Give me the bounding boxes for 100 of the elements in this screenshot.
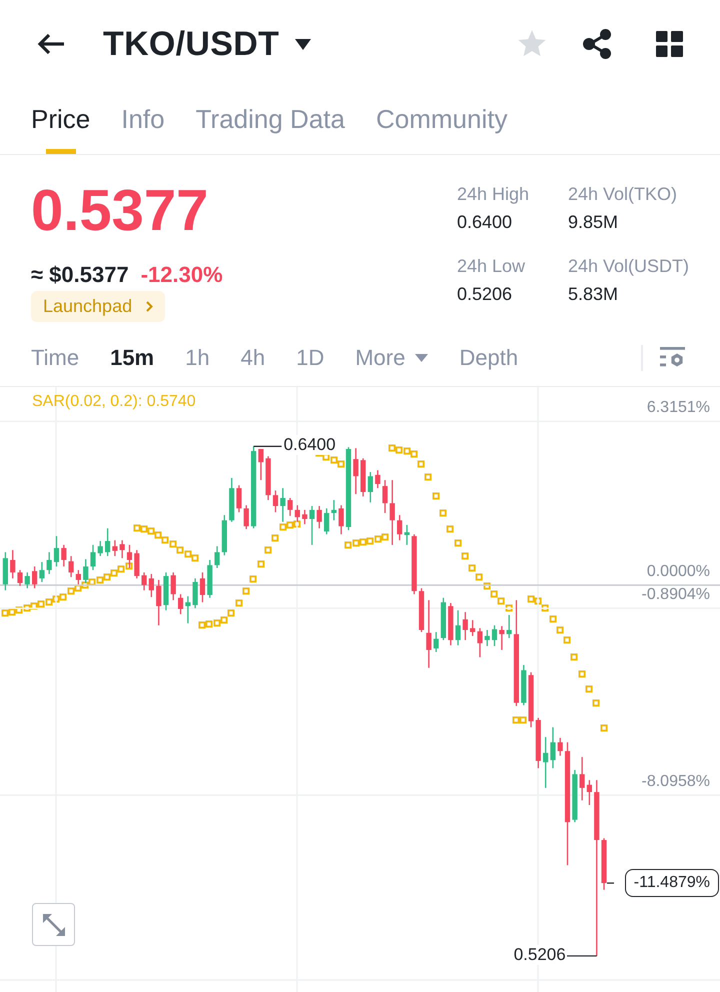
axis-label: 6.3151%: [646, 398, 710, 418]
candlestick: [200, 572, 206, 602]
tab[interactable]: Price: [31, 88, 90, 154]
candlestick: [477, 628, 482, 658]
interval-tab[interactable]: Time: [31, 345, 80, 371]
back-arrow-icon[interactable]: [35, 32, 65, 56]
share-icon[interactable]: [583, 29, 612, 59]
expand-button[interactable]: [32, 903, 75, 946]
candlestick: [484, 630, 490, 646]
stat-label: 24h High: [456, 183, 530, 206]
candlestick: [309, 506, 315, 545]
candlestick: [470, 620, 476, 636]
candlestick: [148, 574, 154, 598]
candlestick: [68, 556, 74, 578]
pair-selector[interactable]: TKO/USDT: [103, 24, 312, 64]
current-price-tag: -11.4879%: [624, 869, 719, 898]
candlestick: [214, 546, 220, 568]
candlestick: [17, 570, 23, 586]
candlestick: [222, 515, 227, 556]
stat-value: 9.85M: [568, 211, 619, 234]
candlestick: [316, 506, 322, 528]
candlestick: [294, 505, 300, 522]
launchpad-badge[interactable]: Launchpad: [31, 291, 166, 322]
candlestick: [120, 540, 125, 558]
candlestick: [353, 448, 358, 494]
candlestick: [126, 544, 132, 568]
expand-icon: [42, 912, 66, 936]
axis-label: -0.8904%: [642, 585, 710, 606]
candlestick: [46, 552, 52, 574]
interval-tab[interactable]: More: [355, 345, 428, 371]
candlestick: [280, 488, 286, 522]
tab[interactable]: Trading Data: [196, 88, 345, 154]
candlestick: [338, 505, 344, 534]
grid-icon[interactable]: [656, 31, 683, 57]
candlestick: [112, 540, 118, 556]
candlestick: [426, 600, 432, 668]
candlestick: [266, 456, 271, 500]
candlestick: [324, 508, 330, 534]
leader-line: [566, 955, 597, 957]
candlestick: [76, 570, 81, 584]
low-price-label: 0.5206: [512, 944, 567, 965]
candlestick: [258, 448, 264, 480]
candlestick: [586, 780, 592, 806]
interval-tab[interactable]: 4h: [240, 345, 266, 371]
axis-label: -8.0958%: [642, 772, 710, 792]
stat-value: 5.83M: [568, 283, 619, 306]
interval-tab[interactable]: 1h: [185, 345, 210, 371]
stat-value: 0.6400: [456, 211, 514, 234]
candlestick: [105, 528, 110, 556]
price-change: -12.30%: [140, 262, 223, 288]
candlestick: [558, 738, 563, 756]
candlestick: [404, 524, 410, 545]
candlestick: [302, 510, 308, 524]
candlestick: [178, 594, 184, 614]
candlestick: [39, 562, 44, 582]
candlestick: [24, 572, 30, 588]
candlestick: [288, 498, 293, 516]
chevron-icon: [146, 301, 154, 312]
candlestick: [382, 480, 388, 514]
candlestick: [90, 544, 96, 570]
candlestick: [170, 572, 176, 600]
candlestick: [492, 625, 498, 646]
interval-tab[interactable]: Depth: [459, 345, 518, 371]
candlestick: [448, 603, 454, 646]
candlestick: [207, 560, 212, 598]
high-price-label: 0.6400: [282, 435, 337, 456]
star-icon[interactable]: [517, 30, 547, 58]
candlestick: [455, 610, 461, 646]
candlestick: [368, 472, 373, 502]
axis-label: 0.0000%: [646, 562, 710, 582]
candlestick: [185, 596, 190, 624]
interval-tab[interactable]: 15m: [110, 345, 154, 371]
candlestick: [244, 505, 249, 530]
candlestick: [163, 572, 169, 610]
candlestick: [61, 544, 66, 566]
leader-line: [254, 446, 282, 447]
caret-icon: [295, 38, 312, 50]
settings-icon[interactable]: [660, 347, 685, 369]
candlestick: [272, 490, 278, 512]
interval-tab[interactable]: 1D: [296, 345, 324, 371]
stat-label: 24h Vol(USDT): [568, 255, 689, 278]
stat-label: 24h Vol(TKO): [568, 183, 678, 206]
candlestick: [550, 727, 556, 768]
candlestick: [521, 665, 526, 706]
candlestick: [134, 550, 140, 578]
candlestick: [601, 838, 607, 890]
candlestick: [32, 566, 38, 588]
candlestick: [236, 485, 242, 512]
last-price: 0.5377: [31, 182, 208, 240]
candlestick: [506, 614, 512, 638]
candlestick: [375, 470, 380, 488]
candlestick: [418, 588, 424, 632]
candlestick: [229, 478, 234, 522]
tab[interactable]: Info: [121, 88, 165, 154]
stat-label: 24h Low: [456, 255, 526, 278]
candlestick: [83, 559, 88, 584]
candlestick: [580, 757, 585, 800]
candlestick: [142, 572, 147, 590]
candlestick: [98, 541, 103, 556]
tab[interactable]: Community: [376, 88, 508, 154]
